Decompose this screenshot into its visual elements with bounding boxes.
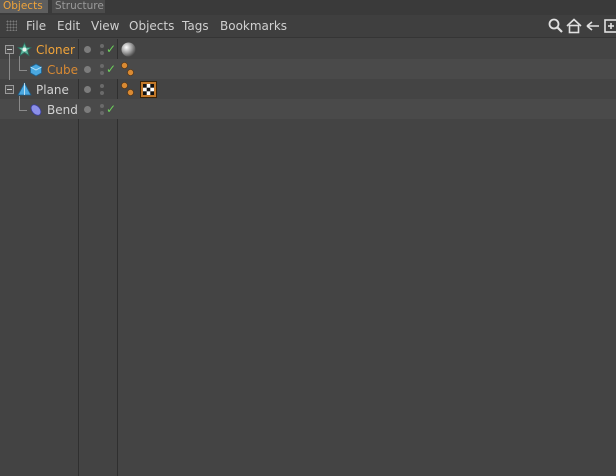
menu-objects[interactable]: Objects (129, 15, 174, 37)
plane-icon (17, 82, 32, 96)
editor-visibility-dot[interactable] (100, 104, 104, 108)
enabled-check-icon[interactable]: ✓ (106, 103, 116, 115)
tab-structure[interactable]: Structure (52, 0, 105, 13)
menu-edit[interactable]: Edit (57, 15, 80, 37)
object-name-cube[interactable]: Cube (47, 60, 78, 80)
texture-tag-icon[interactable] (140, 81, 157, 98)
cube-icon (30, 63, 42, 77)
home-icon[interactable] (565, 17, 583, 35)
tree-line (19, 110, 27, 111)
tree-line (19, 96, 20, 110)
new-window-icon[interactable] (603, 17, 616, 35)
object-name-plane[interactable]: Plane (36, 80, 69, 100)
layer-dot[interactable] (84, 46, 91, 53)
panel-tab-bar: Objects Structure (0, 0, 616, 15)
object-name-bend[interactable]: Bend (47, 100, 78, 120)
layer-dot[interactable] (84, 66, 91, 73)
render-visibility-dot[interactable] (100, 91, 104, 95)
layer-dot[interactable] (84, 86, 91, 93)
editor-visibility-dot[interactable] (100, 44, 104, 48)
menu-tags[interactable]: Tags (182, 15, 209, 37)
tree-line (19, 56, 20, 70)
menu-bar: File Edit View Objects Tags Bookmarks (0, 15, 616, 38)
cloner-icon (17, 42, 32, 57)
render-visibility-dot[interactable] (100, 51, 104, 55)
menu-file[interactable]: File (26, 15, 46, 37)
tab-objects[interactable]: Objects (0, 0, 48, 13)
phong-tag-icon[interactable] (120, 61, 136, 77)
search-icon[interactable] (547, 17, 565, 35)
collapse-toggle[interactable] (5, 85, 14, 94)
panel-grip-icon[interactable] (6, 20, 17, 31)
enabled-check-icon[interactable]: ✓ (106, 63, 116, 75)
menu-view[interactable]: View (91, 15, 119, 37)
back-icon[interactable] (584, 17, 602, 35)
collapse-toggle[interactable] (5, 45, 14, 54)
row-background (0, 99, 616, 119)
object-name-cloner[interactable]: Cloner (36, 40, 75, 60)
render-visibility-dot[interactable] (100, 111, 104, 115)
phong-tag-icon[interactable] (120, 41, 137, 58)
editor-visibility-dot[interactable] (100, 84, 104, 88)
tree-line (9, 54, 10, 80)
enabled-check-icon[interactable]: ✓ (106, 43, 116, 55)
bend-icon (30, 104, 42, 116)
menu-bookmarks[interactable]: Bookmarks (220, 15, 287, 37)
layer-dot[interactable] (84, 106, 91, 113)
phong-tag-icon[interactable] (120, 81, 136, 97)
render-visibility-dot[interactable] (100, 71, 104, 75)
editor-visibility-dot[interactable] (100, 64, 104, 68)
tree-line (19, 70, 27, 71)
row-background (0, 59, 616, 79)
